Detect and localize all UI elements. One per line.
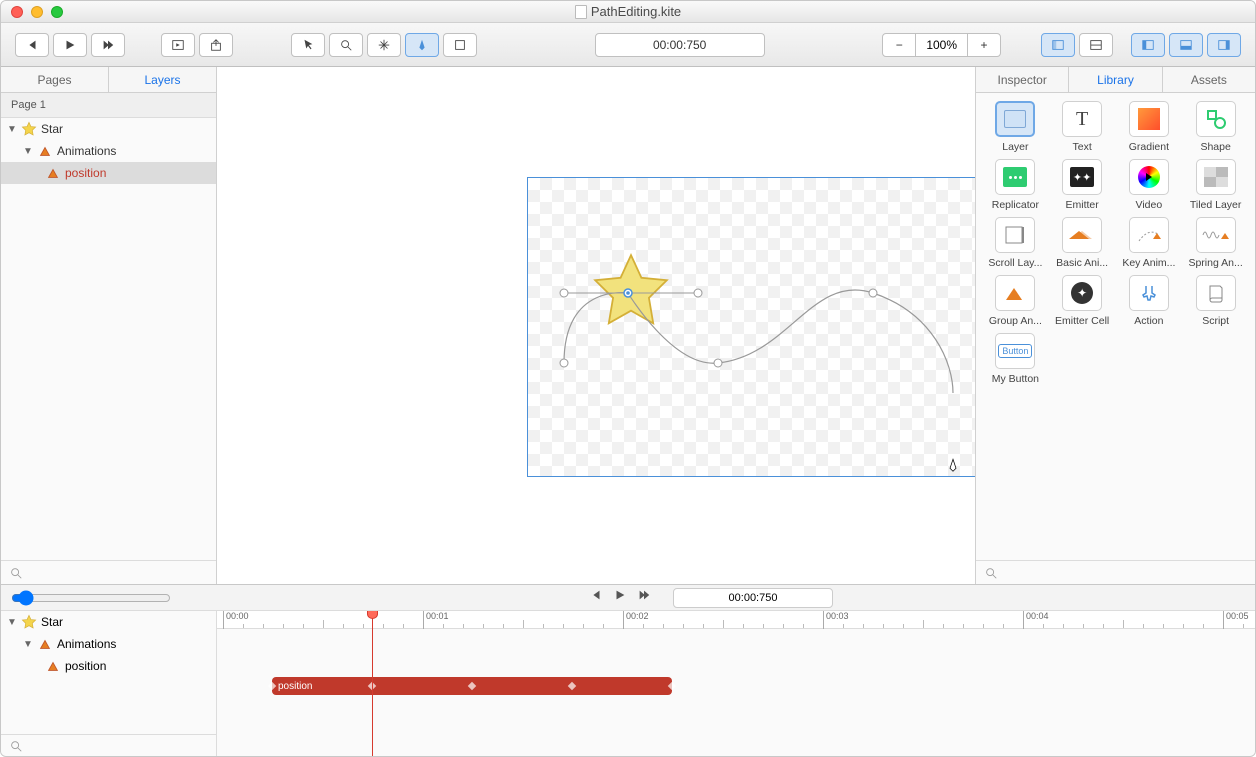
tl-rewind-button[interactable] <box>589 588 603 607</box>
tree-label: Animations <box>57 637 116 651</box>
lib-group-animation[interactable]: Group An... <box>984 275 1047 327</box>
window-title-text: PathEditing.kite <box>591 4 681 19</box>
shape-tool[interactable] <box>443 33 477 57</box>
zoom-out-button[interactable]: − <box>882 33 916 57</box>
tree-label: Animations <box>57 144 116 158</box>
window-title: PathEditing.kite <box>1 4 1255 19</box>
timeline-time-display[interactable]: 00:00:750 <box>673 588 833 608</box>
lib-text[interactable]: TText <box>1051 101 1114 153</box>
animation-group-icon <box>37 636 53 652</box>
disclosure-icon[interactable]: ▼ <box>23 639 33 650</box>
lib-my-button[interactable]: ButtonMy Button <box>984 333 1047 385</box>
time-display[interactable]: 00:00:750 <box>595 33 765 57</box>
lib-emitter[interactable]: ✦✦Emitter <box>1051 159 1114 211</box>
pointer-tool[interactable] <box>291 33 325 57</box>
lib-replicator[interactable]: Replicator <box>984 159 1047 211</box>
animation-icon <box>45 165 61 181</box>
share-button[interactable] <box>199 33 233 57</box>
view-mode-2[interactable] <box>1079 33 1113 57</box>
pan-tool[interactable] <box>367 33 401 57</box>
library-grid: Layer TText Gradient Shape Replicator ✦✦… <box>976 93 1255 560</box>
zoom-in-button[interactable]: + <box>967 33 1001 57</box>
zoom-value: 100% <box>916 33 967 57</box>
lib-keyframe-animation[interactable]: Key Anim... <box>1118 217 1181 269</box>
lib-tiled-layer[interactable]: Tiled Layer <box>1184 159 1247 211</box>
zoom-tool[interactable] <box>329 33 363 57</box>
lib-gradient[interactable]: Gradient <box>1118 101 1181 153</box>
panel-right-toggle[interactable] <box>1207 33 1241 57</box>
toolbar: 00:00:750 − 100% + <box>1 23 1255 67</box>
left-panel: Pages Layers Page 1 ▼ Star ▼ Animat <box>1 67 217 584</box>
left-tabs: Pages Layers <box>1 67 216 93</box>
panel-bottom-toggle[interactable] <box>1169 33 1203 57</box>
pen-tool[interactable] <box>405 33 439 57</box>
lib-layer[interactable]: Layer <box>984 101 1047 153</box>
search-icon <box>9 739 23 753</box>
tab-layers[interactable]: Layers <box>109 67 216 92</box>
lib-spring-animation[interactable]: Spring An... <box>1184 217 1247 269</box>
right-panel: Inspector Library Assets Layer TText Gra… <box>975 67 1255 584</box>
tl-ff-button[interactable] <box>637 588 651 607</box>
animation-group-icon <box>37 143 53 159</box>
timeline-search[interactable] <box>1 734 216 756</box>
pen-cursor-icon <box>947 458 959 474</box>
preview-window-button[interactable] <box>161 33 195 57</box>
tl-row-star[interactable]: ▼ Star <box>1 611 216 633</box>
lib-basic-animation[interactable]: Basic Ani... <box>1051 217 1114 269</box>
search-icon <box>984 566 998 580</box>
tab-pages[interactable]: Pages <box>1 67 109 92</box>
tree-row-position[interactable]: position <box>1 162 216 184</box>
tree-label: Star <box>41 122 63 136</box>
lib-action[interactable]: Action <box>1118 275 1181 327</box>
playhead[interactable] <box>372 611 373 756</box>
timeline-zoom-slider[interactable] <box>11 590 171 606</box>
app-window: PathEditing.kite 00:00:750 − 100% + <box>0 0 1256 757</box>
lib-shape[interactable]: Shape <box>1184 101 1247 153</box>
right-tabs: Inspector Library Assets <box>976 67 1255 93</box>
tree-label: position <box>65 659 106 673</box>
timeline-panel: 00:00:750 ▼ Star ▼ Animations <box>1 584 1255 756</box>
tree-label: position <box>65 166 106 180</box>
tree-row-star[interactable]: ▼ Star <box>1 118 216 140</box>
layer-tree: ▼ Star ▼ Animations <box>1 118 216 560</box>
disclosure-icon[interactable]: ▼ <box>7 124 17 135</box>
view-mode-1[interactable] <box>1041 33 1075 57</box>
document-icon <box>575 5 587 19</box>
tl-play-button[interactable] <box>613 588 627 607</box>
rewind-button[interactable] <box>15 33 49 57</box>
page-name[interactable]: Page 1 <box>1 93 216 118</box>
fast-forward-button[interactable] <box>91 33 125 57</box>
lib-scroll-layer[interactable]: Scroll Lay... <box>984 217 1047 269</box>
lib-video[interactable]: Video <box>1118 159 1181 211</box>
canvas-area[interactable] <box>217 67 975 584</box>
tree-label: Star <box>41 615 63 629</box>
lib-emitter-cell[interactable]: ✦Emitter Cell <box>1051 275 1114 327</box>
search-icon <box>9 566 23 580</box>
timeline-controls: 00:00:750 <box>1 585 1255 611</box>
disclosure-icon[interactable]: ▼ <box>23 146 33 157</box>
left-search[interactable] <box>1 560 216 584</box>
panel-left-toggle[interactable] <box>1131 33 1165 57</box>
tree-row-animations[interactable]: ▼ Animations <box>1 140 216 162</box>
star-icon <box>21 614 37 630</box>
animation-icon <box>45 658 61 674</box>
timeline-tree-panel: ▼ Star ▼ Animations position <box>1 611 217 756</box>
tab-assets[interactable]: Assets <box>1163 67 1255 92</box>
tl-row-animations[interactable]: ▼ Animations <box>1 633 216 655</box>
timeline-tracks[interactable]: 00:0000:0100:0200:0300:0400:05 position <box>217 611 1255 756</box>
motion-path[interactable] <box>528 178 975 478</box>
star-icon <box>21 121 37 137</box>
disclosure-icon[interactable]: ▼ <box>7 617 17 628</box>
position-track[interactable]: position <box>272 677 672 695</box>
track-label: position <box>278 681 312 692</box>
tab-inspector[interactable]: Inspector <box>976 67 1069 92</box>
tab-library[interactable]: Library <box>1069 67 1162 92</box>
tl-row-position[interactable]: position <box>1 655 216 677</box>
titlebar: PathEditing.kite <box>1 1 1255 23</box>
lib-script[interactable]: Script <box>1184 275 1247 327</box>
artboard[interactable] <box>527 177 975 477</box>
right-search[interactable] <box>976 560 1255 584</box>
play-button[interactable] <box>53 33 87 57</box>
